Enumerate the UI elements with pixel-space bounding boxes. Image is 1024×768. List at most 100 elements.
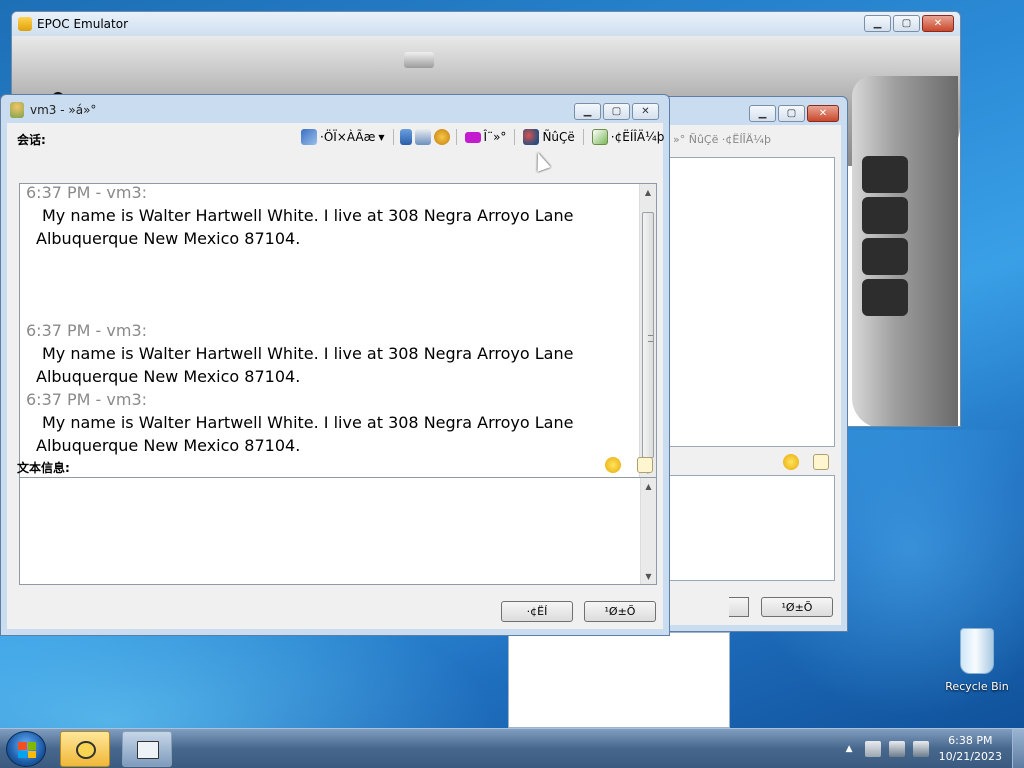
recycle-bin-label: Recycle Bin [945, 680, 1009, 693]
maximize-icon[interactable]: ▢ [603, 103, 630, 120]
note-icon[interactable] [637, 457, 653, 473]
chat-message: 6:37 PM - vm3: My name is Walter Hartwel… [26, 183, 573, 250]
device-slot [404, 52, 434, 68]
taskbar-emulator-app[interactable] [122, 731, 172, 767]
chat-message: 6:37 PM - vm3: My name is Walter Hartwel… [26, 320, 573, 388]
chat-titlebar[interactable]: vm3 - »á»° [1, 95, 669, 125]
epoc-caption-buttons: ▁ ▢ ✕ [864, 15, 954, 32]
maximize-icon[interactable]: ▢ [778, 105, 805, 122]
send-file-icon [591, 129, 608, 145]
scroll-up-icon[interactable]: ▲ [640, 184, 656, 200]
close-button[interactable]: ¹Ø±Õ [584, 601, 656, 622]
buddy-icon [10, 102, 24, 118]
device-key[interactable] [862, 279, 908, 316]
device-key[interactable] [862, 238, 908, 275]
message-header: 6:37 PM - vm3: [26, 183, 148, 202]
background-panel [508, 632, 730, 728]
taskbar-clock[interactable]: 6:38 PM 10/21/2023 [939, 733, 1002, 765]
device-key[interactable] [862, 156, 908, 193]
chat2-toolbar[interactable]: »° ÑûÇë ·¢ËÍÎÄ¼þ [673, 133, 771, 146]
message-line: Albuquerque New Mexico 87104. [36, 367, 301, 386]
close-icon[interactable]: ✕ [922, 15, 954, 32]
document-icon[interactable] [399, 129, 412, 145]
smiley-icon[interactable] [783, 454, 799, 470]
chat-body: 会话: ·ÖÏ×ÀÃæ ▼ Î¨»° ÑûÇë ·¢ËÍÎÄ¼þ 6:37 PM… [7, 123, 666, 629]
invite-label: ÑûÇë [542, 130, 575, 144]
note-icon[interactable] [813, 454, 829, 470]
message-header: 6:37 PM - vm3: [26, 321, 148, 340]
scroll-up-icon[interactable]: ▲ [641, 478, 656, 494]
video-call-button[interactable]: Î¨»° [463, 130, 509, 144]
conversation-label: 会话: [17, 133, 46, 147]
toolbar-separator [392, 129, 394, 145]
message-line: My name is Walter Hartwell White. I live… [42, 206, 574, 225]
start-button[interactable] [6, 731, 46, 767]
window-icon [137, 741, 159, 759]
show-desktop-button[interactable] [1012, 729, 1024, 768]
message-line: Albuquerque New Mexico 87104. [36, 229, 301, 248]
epoc-app-icon [18, 17, 32, 31]
input-scrollbar[interactable]: ▲ ▼ [640, 478, 656, 584]
chat-caption-buttons: ▁ ▢ ✕ [574, 103, 659, 120]
taskbar-chat-app[interactable] [60, 731, 110, 767]
minimize-icon[interactable]: ▁ [864, 15, 891, 32]
scrollbar-thumb[interactable] [642, 212, 654, 458]
chat2-close-button[interactable]: ¹Ø±Õ [761, 597, 833, 617]
font-menu-button[interactable]: ·ÖÏ×ÀÃæ ▼ [299, 129, 387, 145]
maximize-icon[interactable]: ▢ [893, 15, 920, 32]
message-line: Albuquerque New Mexico 87104. [36, 436, 301, 455]
device-keys [862, 156, 908, 316]
smiley-icon[interactable] [605, 457, 621, 473]
device-key[interactable] [862, 197, 908, 234]
toolbar-separator [514, 129, 516, 145]
minimize-icon[interactable]: ▁ [749, 105, 776, 122]
message-text: My name is Walter Hartwell White. I live… [26, 204, 573, 250]
chat-window[interactable]: vm3 - »á»° ▁ ▢ ✕ 会话: ·ÖÏ×ÀÃæ ▼ Î¨»° ÑûÇë… [0, 94, 670, 636]
network-icon[interactable] [888, 741, 905, 757]
message-line: My name is Walter Hartwell White. I live… [42, 413, 574, 432]
close-icon[interactable]: ✕ [632, 103, 659, 120]
invite-button[interactable]: ÑûÇë [521, 129, 576, 145]
toolbar-separator [455, 129, 457, 145]
font-icon [301, 129, 317, 145]
chat-toolbar: ·ÖÏ×ÀÃæ ▼ Î¨»° ÑûÇë ·¢ËÍÎÄ¼þ [299, 125, 666, 149]
video-camera-icon [464, 131, 481, 143]
send-file-label: ·¢ËÍÎÄ¼þ [610, 130, 665, 144]
epoc-titlebar[interactable]: EPOC Emulator [12, 12, 960, 36]
volume-icon[interactable] [912, 741, 929, 757]
chat-bubble-icon [76, 741, 96, 759]
chat2-history[interactable] [667, 157, 835, 447]
action-center-icon[interactable] [864, 741, 881, 757]
invite-users-icon [523, 129, 540, 145]
game-icon[interactable] [433, 129, 450, 145]
grip-icon [648, 335, 653, 342]
chat-history[interactable]: 6:37 PM - vm3: My name is Walter Hartwel… [19, 183, 657, 479]
message-text: My name is Walter Hartwell White. I live… [26, 411, 573, 457]
clock-time: 6:38 PM [948, 734, 993, 747]
text-info-label: 文本信息: [17, 461, 70, 475]
scroll-down-icon[interactable]: ▼ [641, 568, 656, 584]
minimize-icon[interactable]: ▁ [574, 103, 601, 120]
contacts-icon[interactable] [414, 129, 431, 145]
windows-logo-icon [18, 742, 36, 758]
font-menu-label: ·ÖÏ×ÀÃæ [320, 130, 376, 144]
send-button[interactable]: ·¢ËÍ [501, 601, 573, 622]
toolbar-separator [582, 129, 584, 145]
close-icon[interactable]: ✕ [807, 105, 839, 122]
send-file-button[interactable]: ·¢ËÍÎÄ¼þ [590, 129, 667, 145]
show-hidden-icons-icon[interactable]: ▲ [846, 744, 853, 754]
system-tray: ▲ 6:38 PM 10/21/2023 [846, 729, 1024, 768]
message-header: 6:37 PM - vm3: [26, 390, 148, 409]
video-call-label: Î¨»° [483, 130, 507, 144]
chat2-send-button[interactable] [729, 597, 749, 617]
message-line: My name is Walter Hartwell White. I live… [42, 344, 574, 363]
message-input[interactable] [19, 477, 657, 585]
chevron-down-icon: ▼ [378, 132, 385, 142]
chat2-input[interactable] [667, 475, 835, 581]
recycle-bin[interactable]: Recycle Bin [942, 628, 1012, 693]
clock-date: 10/21/2023 [938, 750, 1002, 763]
history-scrollbar[interactable]: ▲ ▼ [639, 184, 656, 478]
message-text: My name is Walter Hartwell White. I live… [26, 342, 573, 388]
chat-window-title: vm3 - »á»° [30, 103, 97, 117]
chat2-caption-buttons: ▁ ▢ ✕ [749, 105, 839, 122]
